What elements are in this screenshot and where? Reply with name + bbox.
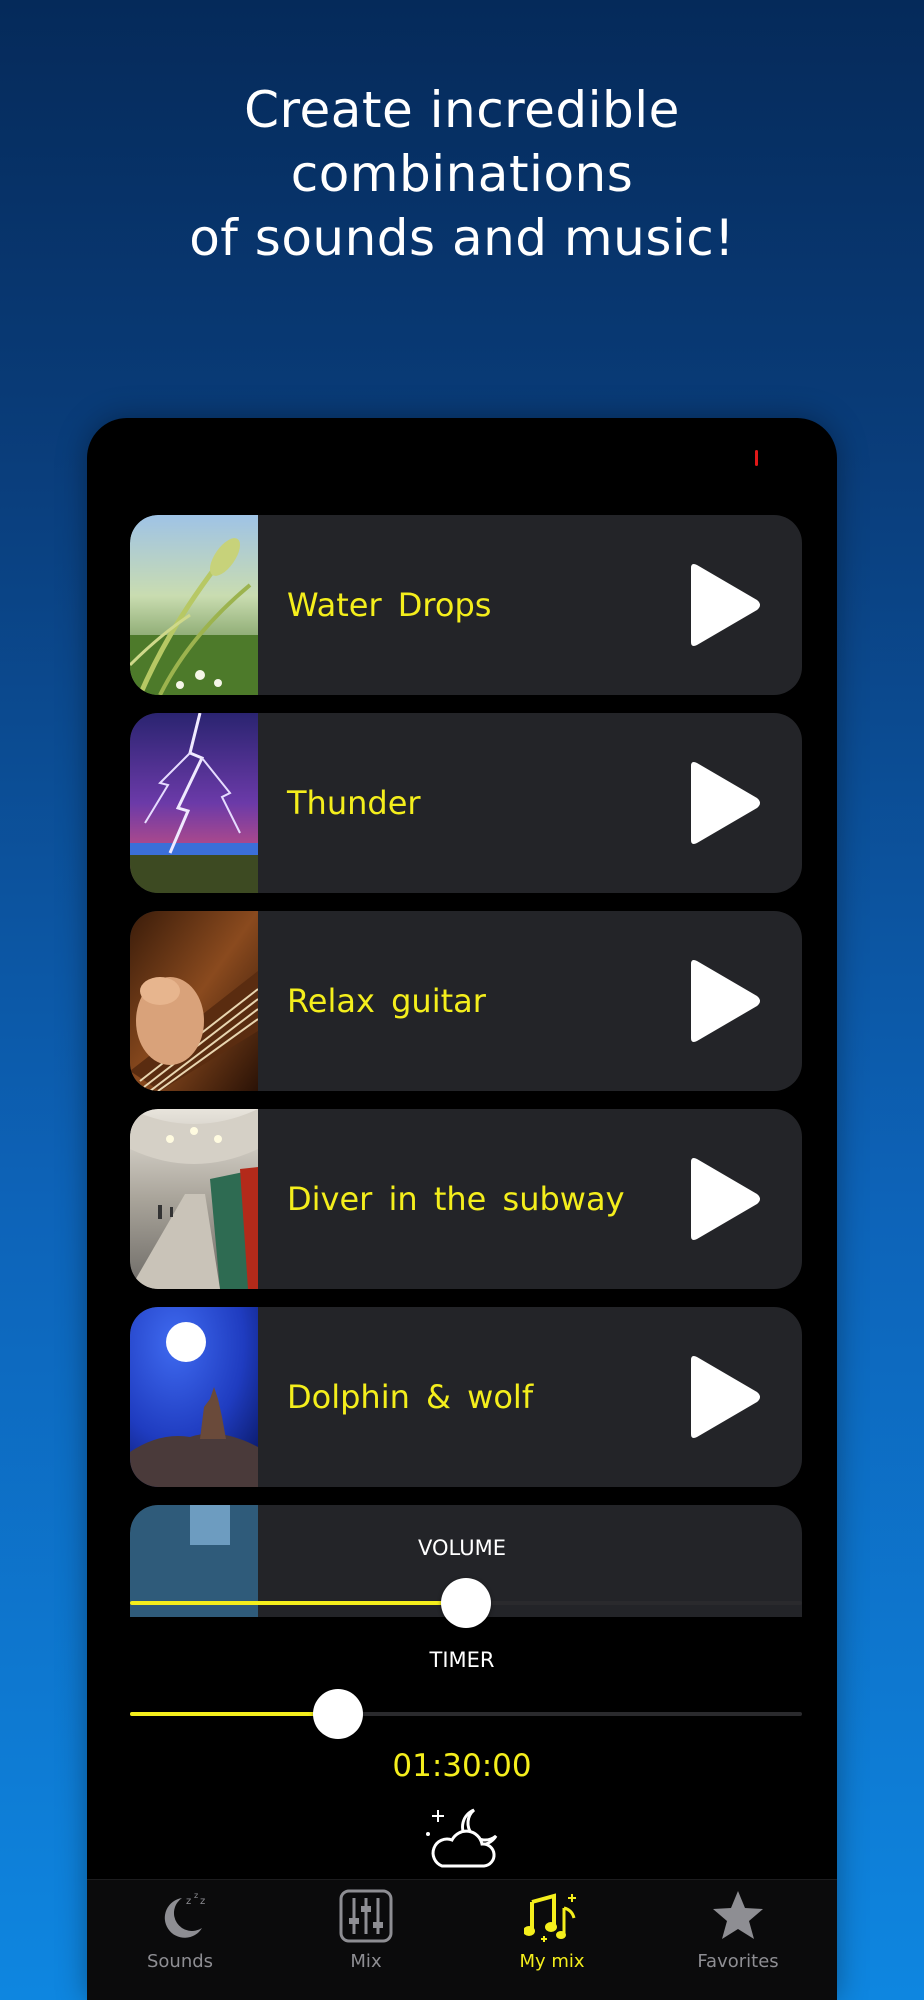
sound-row-water-drops[interactable]: Water Drops	[130, 515, 802, 695]
play-icon[interactable]	[683, 958, 763, 1044]
volume-label: VOLUME	[418, 1536, 506, 1560]
tab-mix[interactable]: Mix	[273, 1880, 459, 2000]
sound-label: Relax guitar	[287, 982, 486, 1020]
volume-slider[interactable]	[130, 1578, 802, 1628]
timer-value: 01:30:00	[392, 1748, 532, 1784]
tab-bar: z z z Sounds Mix My mix Favorites	[87, 1879, 837, 2000]
sound-row-diver-in-the-subway[interactable]: Diver in the subway	[130, 1109, 802, 1289]
tab-favorites[interactable]: Favorites	[645, 1880, 831, 2000]
volume-knob[interactable]	[441, 1578, 491, 1628]
timer-knob[interactable]	[313, 1689, 363, 1739]
play-icon[interactable]	[683, 562, 763, 648]
headline-line-3: of sounds and music!	[189, 209, 735, 267]
mixer-sliders-icon	[339, 1889, 393, 1943]
sound-label: Diver in the subway	[287, 1180, 625, 1218]
tab-my-mix[interactable]: My mix	[459, 1880, 645, 2000]
play-icon[interactable]	[683, 1156, 763, 1242]
subway-station-image	[130, 1109, 258, 1289]
wheat-field-image	[130, 515, 258, 695]
sound-row-relax-guitar[interactable]: Relax guitar	[130, 911, 802, 1091]
timer-fill	[130, 1712, 338, 1716]
svg-text:z: z	[194, 1891, 198, 1900]
svg-text:z: z	[200, 1896, 205, 1907]
wolf-moon-image	[130, 1307, 258, 1487]
tab-sounds[interactable]: z z z Sounds	[87, 1880, 273, 2000]
music-notes-icon	[524, 1893, 576, 1942]
tab-label: Favorites	[697, 1951, 779, 1972]
star-icon	[713, 1891, 763, 1939]
guitar-strings-image	[130, 911, 258, 1091]
headline: Create incredible combinations of sounds…	[0, 78, 924, 270]
tab-label: Sounds	[146, 1951, 214, 1972]
sound-label: Water Drops	[287, 586, 492, 624]
svg-text:z: z	[186, 1896, 191, 1907]
lightning-storm-image	[130, 713, 258, 893]
sound-row-dolphin-and-wolf[interactable]: Dolphin & wolf	[130, 1307, 802, 1487]
tab-label: My mix	[519, 1951, 585, 1972]
sound-row-thunder[interactable]: Thunder	[130, 713, 802, 893]
moon-cloud-icon[interactable]	[422, 1802, 504, 1872]
timer-label: TIMER	[429, 1648, 495, 1672]
play-icon[interactable]	[683, 1354, 763, 1440]
sleeping-moon-icon: z z z	[164, 1891, 205, 1938]
volume-fill	[130, 1601, 466, 1605]
headline-line-2: combinations	[290, 145, 634, 203]
play-icon[interactable]	[683, 760, 763, 846]
sound-list[interactable]: Water Drops Thunder Relax guitar Diver i…	[130, 515, 802, 1617]
phone-screen: Water Drops Thunder Relax guitar Diver i…	[87, 418, 837, 2000]
headline-line-1: Create incredible	[244, 81, 680, 139]
sound-label: Thunder	[287, 784, 421, 822]
tab-label: Mix	[350, 1951, 382, 1972]
timer-slider[interactable]	[130, 1689, 802, 1739]
status-indicator	[755, 450, 758, 466]
sound-label: Dolphin & wolf	[287, 1378, 534, 1416]
